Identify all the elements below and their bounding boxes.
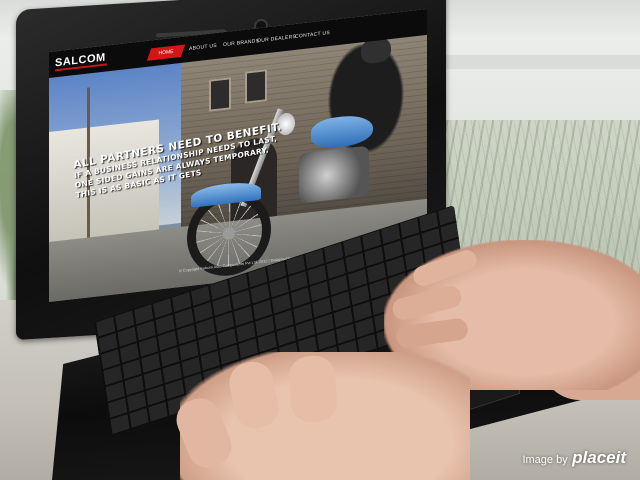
nav-item-home[interactable]: HOME	[146, 44, 186, 61]
nav-item-contact-us[interactable]: CONTACT US	[295, 30, 330, 40]
watermark-brand: placeit	[572, 448, 626, 467]
nav-item-our-dealers[interactable]: OUR DEALERS	[257, 34, 296, 44]
motorcycle-engine	[299, 145, 369, 204]
hero-window	[245, 69, 267, 104]
left-hand-finger	[287, 354, 339, 424]
nav-item-about-us[interactable]: ABOUT US	[189, 43, 217, 52]
hero-window	[209, 77, 231, 112]
nav-item-label: HOME	[158, 48, 174, 57]
nav-item-our-brands[interactable]: OUR BRANDS	[223, 38, 259, 48]
watermark-prefix: Image by	[522, 454, 568, 466]
watermark: Image by placeit	[522, 448, 626, 468]
